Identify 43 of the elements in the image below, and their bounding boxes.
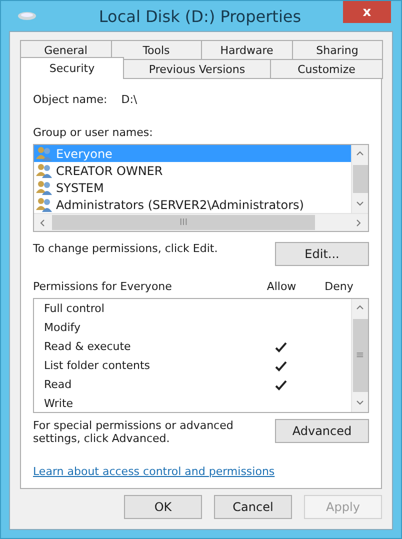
user-name: Everyone [56,146,112,160]
user-name: CREATOR OWNER [56,164,163,178]
vertical-scrollbar[interactable] [351,145,368,213]
scroll-up-icon[interactable] [356,304,364,312]
users-icon [36,163,53,178]
permission-name: Write [44,397,74,410]
users-icon [36,146,53,161]
close-button[interactable]: x [343,1,391,23]
users-icon [36,180,53,195]
help-link[interactable]: Learn about access control and permissions [33,465,275,478]
scroll-down-icon[interactable] [356,399,364,407]
user-list-item[interactable]: SYSTEM [34,179,351,196]
object-name-label: Object name: [33,93,108,106]
edit-hint: To change permissions, click Edit. [33,242,218,255]
dialog-button[interactable]: OK [124,495,202,519]
permission-name: Read & execute [44,340,132,353]
tab[interactable]: Sharing [292,40,383,59]
edit-button[interactable]: Edit... [275,242,369,266]
user-name: Administrators (SERVER2\Administrators) [56,198,304,212]
user-list-item[interactable]: CREATOR OWNER [34,162,351,179]
scroll-up-icon[interactable] [356,150,364,158]
column-header: Deny [324,280,354,293]
scroll-down-icon[interactable] [356,200,364,208]
permission-name: List folder contents [44,359,151,372]
advanced-button[interactable]: Advanced [275,419,369,443]
tab[interactable]: Security [20,57,124,79]
user-name: SYSTEM [56,180,104,194]
user-list-item[interactable]: Administrators (SERVER2\Administrators) [34,196,351,213]
permissions-label: Permissions for Everyone [33,280,173,293]
permission-name: Full control [44,302,106,315]
advanced-hint: For special permissions or advanced settings, click Advanced. [33,419,234,445]
permission-name: Modify [44,321,82,334]
group-list-label: Group or user names: [33,126,154,139]
tab[interactable]: Customize [270,59,383,79]
dialog-button[interactable]: Cancel [214,495,292,519]
permission-name: Read [44,378,73,391]
object-name-value: D:\ [121,93,138,106]
window-title: Local Disk (D:) Properties [98,6,302,26]
scroll-right-icon[interactable] [355,218,363,226]
column-header: Allow [266,280,298,293]
users-icon [36,197,53,212]
scroll-left-icon[interactable] [39,218,47,226]
drive-icon [17,11,37,21]
